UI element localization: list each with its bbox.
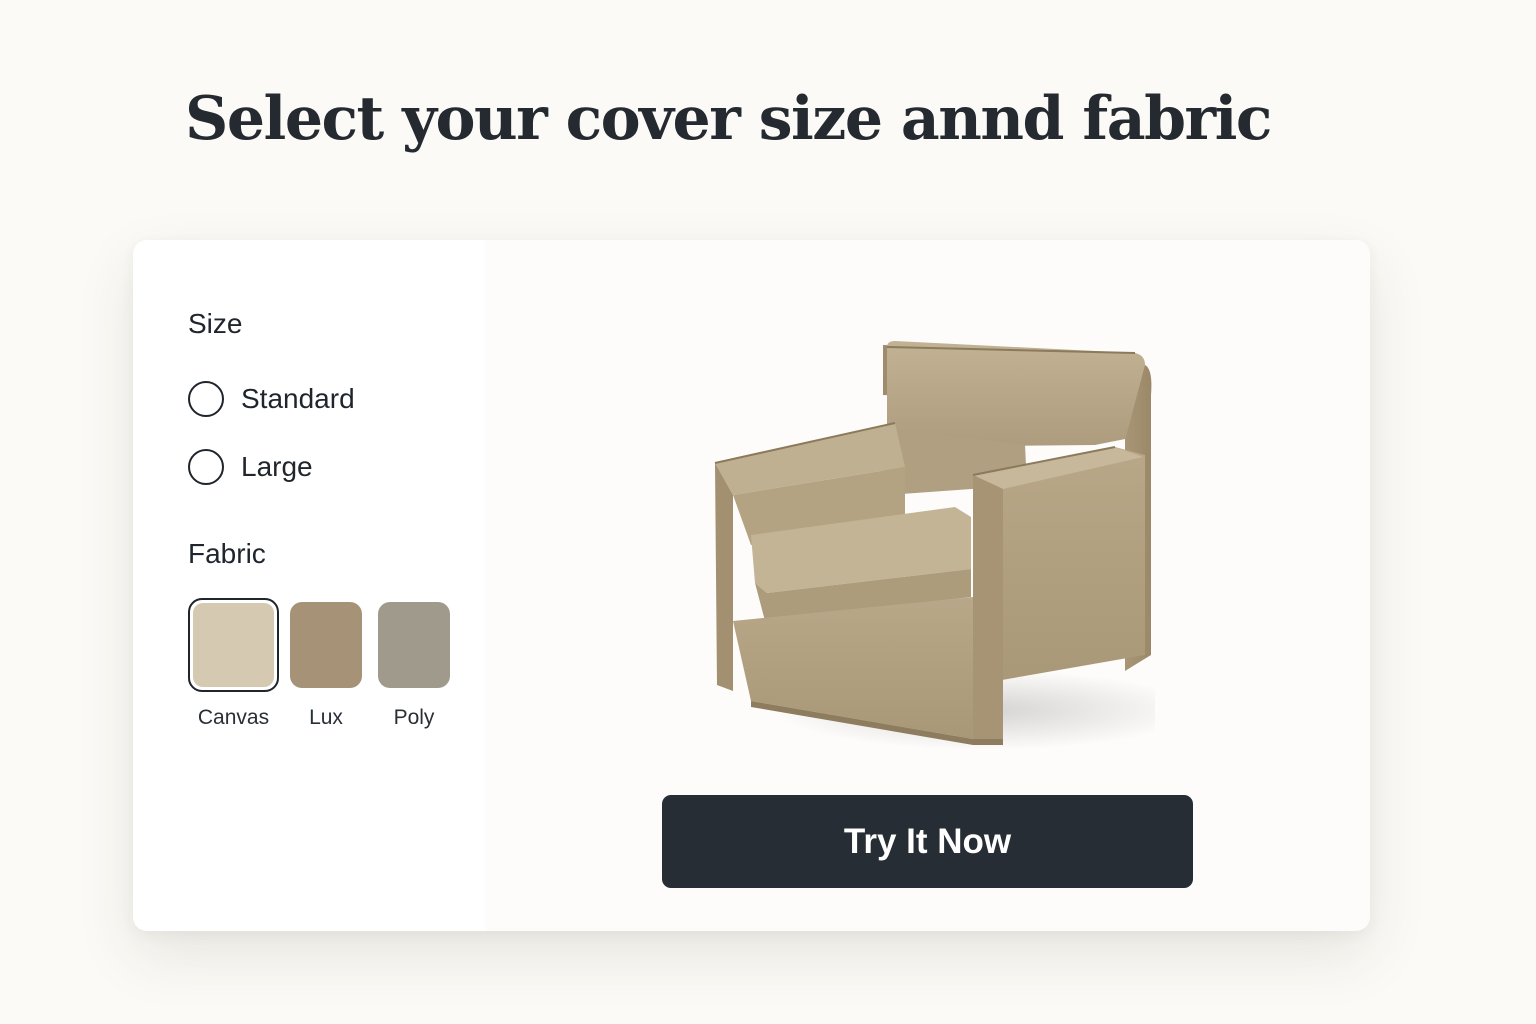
fabric-swatch-label: Canvas	[197, 706, 270, 729]
try-it-now-button[interactable]: Try It Now	[662, 795, 1193, 888]
options-panel: Size Standard Large Fabric Canvas Lux Po…	[133, 240, 485, 931]
fabric-swatches	[133, 598, 485, 698]
page-title: Select your cover size annd fabric	[185, 84, 1272, 154]
fabric-swatch-lux[interactable]	[290, 602, 362, 688]
radio-button-standard[interactable]	[188, 381, 224, 417]
size-option-label: Standard	[241, 383, 355, 414]
armchair-image	[714, 341, 1155, 750]
size-option-label: Large	[241, 451, 313, 482]
fabric-swatch-canvas[interactable]	[188, 598, 279, 692]
fabric-swatch-poly[interactable]	[378, 602, 450, 688]
product-preview: Try It Now	[485, 240, 1370, 931]
fabric-swatch-label: Lux	[309, 706, 343, 729]
size-option-large[interactable]: Large	[188, 449, 313, 485]
swatch-color	[193, 603, 274, 687]
configurator-card: Size Standard Large Fabric Canvas Lux Po…	[133, 240, 1370, 931]
size-section-label: Size	[188, 308, 243, 339]
fabric-section-label: Fabric	[188, 538, 266, 569]
size-option-standard[interactable]: Standard	[188, 381, 355, 417]
radio-button-large[interactable]	[188, 449, 224, 485]
fabric-swatch-label: Poly	[393, 706, 435, 729]
